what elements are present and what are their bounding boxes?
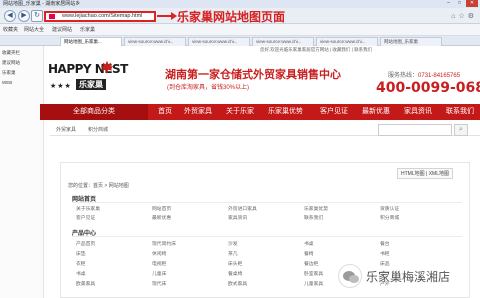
sitemap-link[interactable]: 儿童家具	[304, 280, 323, 287]
hotline-phone: 0731-84165765	[418, 73, 461, 79]
nav-item-foreign-furniture[interactable]: 外贸家具	[184, 104, 212, 120]
sitemap-link[interactable]: 床垫	[76, 250, 86, 257]
sitemap-link[interactable]: 书柜	[380, 250, 390, 257]
sitemap-link[interactable]: 儿童床	[152, 270, 166, 277]
sitemap-link[interactable]: 欧美家具	[76, 280, 95, 287]
address-bar[interactable]: www.lejiachao.com/Sitemap.html	[44, 11, 156, 22]
hotline-label: 服务热线：	[388, 73, 419, 79]
sidebar-item[interactable]: 建议网站	[2, 60, 20, 66]
sitemap-link[interactable]: 产品首页	[76, 240, 95, 247]
sub-nav-item[interactable]: 积分商城	[88, 126, 108, 133]
sitemap-link[interactable]: 积分商城	[380, 214, 399, 221]
favorites-item[interactable]: 网站大全	[24, 24, 44, 36]
nav-item-contact[interactable]: 联系我们	[446, 104, 474, 120]
sidebar-item[interactable]: 乐家巢	[2, 70, 16, 76]
map-format-links[interactable]: HTML地图 | XML地图	[397, 168, 453, 179]
favorites-item[interactable]: 乐家巢	[80, 24, 95, 36]
site-top-info[interactable]: 您好,欢迎光临乐家巢家居官方网站 | 收藏我们 | 联系我们	[260, 47, 372, 53]
sitemap-link[interactable]: 关于乐家巢	[76, 205, 100, 212]
sidebar-item[interactable]: WEB	[2, 80, 12, 85]
tab-view-source[interactable]: view-source:www.chi...	[316, 37, 378, 46]
logo-stars: ★★★	[50, 83, 72, 90]
sitemap-link[interactable]: 家具资讯	[228, 214, 247, 221]
sitemap-link[interactable]: 现代床	[152, 280, 166, 287]
tab-view-source[interactable]: view-source:www.chi...	[188, 37, 250, 46]
address-text: www.lejiachao.com/Sitemap.html	[62, 13, 143, 19]
tab-view-source[interactable]: view-source:www.chi...	[124, 37, 186, 46]
search-icon[interactable]: ⌕	[454, 124, 468, 136]
tab-sitemap-2[interactable]: 网站地图_乐家巢	[380, 37, 442, 46]
annotation-label: 乐家巢网站地图页面	[177, 10, 286, 24]
watermark: 乐家巢梅溪湘店	[338, 262, 478, 292]
nav-item-testimonials[interactable]: 客户见证	[320, 104, 348, 120]
back-icon[interactable]: ◀	[4, 10, 16, 22]
window-title: 网站地图_乐家巢 - 湖南家居网站乡	[3, 1, 81, 7]
sub-nav-item[interactable]: 外贸家具	[56, 126, 76, 133]
browser-window: 网站地图_乐家巢 - 湖南家居网站乡 – □ ✕ ◀ ▶ ↻ www.lejia…	[0, 0, 480, 298]
section-divider	[72, 236, 462, 237]
site-favicon	[49, 14, 55, 19]
site-slogan: 湖南第一家仓储式外贸家具销售中心	[165, 68, 341, 81]
all-categories-button[interactable]: 全部商品分类	[40, 104, 148, 120]
sitemap-link[interactable]: 乐家巢优势	[304, 205, 328, 212]
logo-text-cn: 乐家巢	[76, 79, 106, 90]
sitemap-link[interactable]: 餐台	[380, 240, 390, 247]
tab-strip: 网站地图_乐家巢... view-source:www.chi... view-…	[0, 36, 480, 46]
sitemap-link[interactable]: 餐边柜	[304, 260, 318, 267]
nav-item-advantages[interactable]: 乐家巢优势	[268, 104, 303, 120]
sitemap-link[interactable]: 书桌	[304, 240, 314, 247]
sitemap-link[interactable]: 书桌	[76, 270, 86, 277]
sitemap-link[interactable]: 现代简约床	[152, 240, 176, 247]
browser-sidebar: 收藏夹栏 建议网站 乐家巢 WEB	[0, 46, 44, 298]
close-icon[interactable]: ✕	[466, 0, 478, 7]
sitemap-link[interactable]: 网站首页	[152, 205, 171, 212]
sitemap-link[interactable]: 餐桌椅	[228, 270, 242, 277]
section-divider	[72, 202, 462, 203]
window-titlebar: 网站地图_乐家巢 - 湖南家居网站乡 – □ ✕	[0, 0, 480, 8]
minimize-icon[interactable]: –	[444, 0, 453, 7]
maple-leaf-icon	[100, 60, 114, 74]
wechat-icon	[338, 264, 362, 288]
sitemap-link[interactable]: 茶几	[228, 250, 238, 257]
maximize-icon[interactable]: □	[455, 0, 464, 7]
hotline: 服务热线：0731-84165765	[388, 70, 460, 79]
sitemap-link[interactable]: 电视柜	[152, 260, 166, 267]
tab-sitemap[interactable]: 网站地图_乐家巢...	[60, 37, 122, 46]
sitemap-link[interactable]: 沙发	[228, 240, 238, 247]
site-logo[interactable]: HAPPY NEST ★★★ 乐家巢	[48, 60, 156, 96]
nav-item-news[interactable]: 家具资讯	[404, 104, 432, 120]
sitemap-link[interactable]: 衣柜	[76, 260, 86, 267]
sitemap-link[interactable]: 最新优惠	[152, 214, 171, 221]
watermark-text: 乐家巢梅溪湘店	[366, 270, 451, 284]
favorites-bar: 收藏夹 网站大全 建议网站 乐家巢	[0, 24, 480, 36]
sitemap-link[interactable]: 床头柜	[228, 260, 242, 267]
sitemap-link[interactable]: 卧室家具	[304, 270, 323, 277]
favorites-item[interactable]: 收藏夹	[3, 24, 18, 36]
site-subslogan: (到仓库淘家具，省钱30%以上)	[167, 85, 250, 91]
sitemap-link[interactable]: 休闲椅	[152, 250, 166, 257]
nav-item-about[interactable]: 关于乐家	[226, 104, 254, 120]
sitemap-link[interactable]: 联系我们	[304, 214, 323, 221]
phone-number: 400-0099-068	[376, 80, 480, 96]
sitemap-link[interactable]: 外贸进口家具	[228, 205, 257, 212]
nav-item-home[interactable]: 首页	[158, 104, 172, 120]
refresh-icon[interactable]: ↻	[31, 10, 43, 22]
forward-icon[interactable]: ▶	[18, 10, 30, 22]
favorites-item[interactable]: 建议网站	[52, 24, 72, 36]
toolbar-icons[interactable]: ⌂☆⚙	[451, 12, 477, 20]
main-nav: 全部商品分类 首页 外贸家具 关于乐家 乐家巢优势 客户见证 最新优惠 家具资讯…	[40, 104, 480, 120]
logo-text-en: HAPPY NEST	[48, 62, 128, 76]
sidebar-item[interactable]: 收藏夹栏	[2, 50, 20, 56]
tab-view-source[interactable]: view-source:www.chi...	[252, 37, 314, 46]
window-controls: – □ ✕	[444, 0, 478, 8]
sitemap-link[interactable]: 客户见证	[76, 214, 95, 221]
sitemap-link[interactable]: 欧式家具	[228, 280, 247, 287]
sitemap-link[interactable]: 资质认证	[380, 205, 399, 212]
sitemap-link[interactable]: 餐椅	[304, 250, 314, 257]
nav-item-offers[interactable]: 最新优惠	[362, 104, 390, 120]
search-input[interactable]	[378, 124, 452, 136]
breadcrumb: 您的位置：首页 > 网站地图	[68, 183, 129, 189]
